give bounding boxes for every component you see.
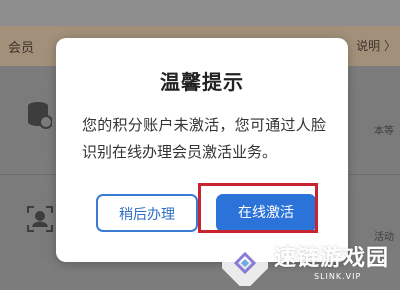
highlight-box [198, 183, 318, 233]
top-bar [0, 0, 400, 26]
brand-url: SLINK.VIP [314, 272, 362, 281]
brand-logo-icon [222, 240, 268, 286]
handle-later-button[interactable]: 稍后办理 [96, 194, 198, 232]
dialog-title: 温馨提示 [160, 70, 244, 94]
database-icon [26, 100, 53, 134]
background-row-text: 本等 [374, 126, 394, 137]
banner-help-link[interactable]: 说明 〉 [356, 37, 396, 54]
brand-name: 速链游戏园 [274, 246, 390, 271]
banner-label: 会员 [8, 41, 35, 56]
dialog-message: 您的积分账户未激活，您可通过人脸识别在线办理会员激活业务。 [82, 116, 326, 161]
face-scan-icon [26, 205, 54, 237]
watermark: 速链游戏园 SLINK.VIP [222, 238, 398, 288]
